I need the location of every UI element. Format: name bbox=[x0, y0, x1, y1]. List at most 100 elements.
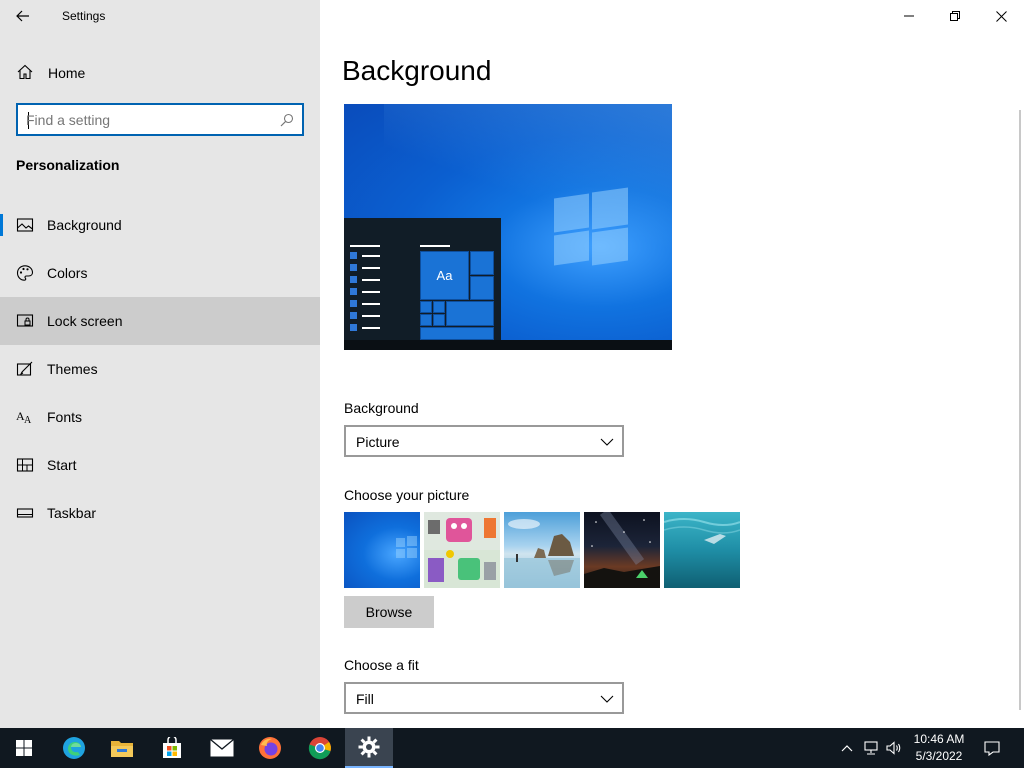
chevron-down-icon bbox=[600, 438, 614, 446]
taskbar-icon bbox=[16, 508, 34, 518]
choose-fit-label: Choose a fit bbox=[344, 657, 419, 673]
tile bbox=[470, 276, 494, 300]
taskbar-edge[interactable] bbox=[50, 728, 98, 768]
menu-line bbox=[362, 315, 380, 317]
title-bar: Settings bbox=[0, 0, 320, 32]
underwater-swimmer-wallpaper[interactable] bbox=[664, 512, 740, 588]
start-tiles-icon bbox=[16, 458, 34, 472]
store-icon bbox=[163, 737, 181, 758]
sidebar: Settings Home Personalization Background… bbox=[0, 0, 320, 728]
sidebar-item-label: Colors bbox=[47, 265, 88, 281]
tile bbox=[420, 301, 432, 313]
sidebar-item-label: Start bbox=[47, 457, 77, 473]
file-explorer-icon bbox=[111, 741, 133, 757]
volume-button[interactable] bbox=[884, 728, 904, 768]
fit-dropdown-value: Fill bbox=[356, 691, 374, 707]
taskbar: 10:46 AM 5/3/2022 bbox=[0, 728, 1024, 768]
volume-icon bbox=[886, 741, 901, 755]
home-icon bbox=[17, 64, 33, 80]
background-dropdown[interactable]: Picture bbox=[344, 425, 624, 457]
search-input[interactable] bbox=[26, 110, 276, 130]
tile bbox=[420, 314, 432, 326]
show-hidden-icons-button[interactable] bbox=[838, 728, 856, 768]
restore-icon bbox=[950, 11, 960, 21]
preview-taskbar bbox=[344, 340, 672, 350]
mail-icon bbox=[210, 739, 234, 757]
clock-date: 5/3/2022 bbox=[915, 749, 963, 763]
app-square bbox=[350, 312, 357, 319]
network-button[interactable] bbox=[860, 728, 882, 768]
beach-rocks-scene bbox=[504, 519, 580, 588]
sidebar-item-themes[interactable]: Themes bbox=[0, 345, 320, 393]
app-square bbox=[350, 288, 357, 295]
close-icon bbox=[995, 10, 1007, 22]
menu-line bbox=[362, 267, 380, 269]
minimize-button[interactable] bbox=[886, 0, 932, 32]
tile bbox=[420, 327, 494, 340]
choose-picture-label: Choose your picture bbox=[344, 487, 470, 503]
app-square bbox=[350, 264, 357, 271]
background-dropdown-value: Picture bbox=[356, 434, 400, 450]
edge-icon bbox=[63, 737, 85, 759]
start-button[interactable] bbox=[0, 728, 48, 768]
tile bbox=[470, 251, 494, 275]
sidebar-item-lock-screen[interactable]: Lock screen bbox=[0, 297, 320, 345]
app-square bbox=[350, 276, 357, 283]
menu-line bbox=[350, 245, 380, 247]
cartoon-art bbox=[424, 512, 500, 588]
lock-screen-icon bbox=[16, 314, 34, 327]
windows-logo-icon bbox=[396, 536, 417, 558]
search-icon[interactable] bbox=[280, 113, 294, 127]
browse-button[interactable]: Browse bbox=[344, 596, 434, 628]
home-label: Home bbox=[48, 65, 86, 81]
taskbar-mail[interactable] bbox=[198, 728, 246, 768]
minimize-icon bbox=[904, 15, 914, 17]
taskbar-settings[interactable] bbox=[345, 728, 393, 768]
search-box[interactable] bbox=[16, 103, 304, 136]
menu-line bbox=[362, 291, 380, 293]
taskbar-file-explorer[interactable] bbox=[98, 728, 146, 768]
sidebar-item-fonts[interactable]: A A Fonts bbox=[0, 393, 320, 441]
brush-icon bbox=[16, 361, 33, 376]
sidebar-item-start[interactable]: Start bbox=[0, 441, 320, 489]
palette-icon bbox=[16, 265, 34, 281]
taskbar-firefox[interactable] bbox=[246, 728, 294, 768]
settings-icon bbox=[358, 736, 380, 758]
sidebar-item-home[interactable]: Home bbox=[0, 49, 320, 97]
clock[interactable]: 10:46 AM 5/3/2022 bbox=[904, 731, 974, 765]
firefox-icon bbox=[259, 737, 281, 759]
sidebar-item-colors[interactable]: Colors bbox=[0, 249, 320, 297]
background-label: Background bbox=[344, 400, 419, 416]
menu-line bbox=[420, 245, 450, 247]
beach-rocks-wallpaper[interactable] bbox=[504, 512, 580, 588]
chevron-up-icon bbox=[841, 745, 853, 752]
action-center-button[interactable] bbox=[978, 728, 1006, 768]
app-square bbox=[350, 300, 357, 307]
restore-button[interactable] bbox=[932, 0, 978, 32]
notification-icon bbox=[984, 740, 1000, 756]
tile bbox=[433, 301, 445, 313]
sidebar-item-taskbar[interactable]: Taskbar bbox=[0, 489, 320, 537]
taskbar-chrome[interactable] bbox=[296, 728, 344, 768]
desktop-preview: Aa bbox=[344, 104, 672, 350]
menu-line bbox=[362, 255, 380, 257]
menu-line bbox=[362, 303, 380, 305]
selection-indicator bbox=[0, 214, 3, 236]
chrome-icon bbox=[308, 737, 331, 760]
font-icon: A A bbox=[16, 409, 32, 426]
start-menu-preview: Aa bbox=[344, 218, 501, 340]
sidebar-item-background[interactable]: Background bbox=[0, 201, 320, 249]
sidebar-item-label: Lock screen bbox=[47, 313, 123, 329]
close-button[interactable] bbox=[978, 0, 1024, 32]
back-button[interactable] bbox=[0, 0, 46, 32]
scrollbar[interactable] bbox=[1019, 110, 1021, 710]
cartoon-characters-wallpaper[interactable] bbox=[424, 512, 500, 588]
windows-blue-wallpaper[interactable] bbox=[344, 512, 420, 588]
app-title: Settings bbox=[62, 9, 106, 23]
fit-dropdown[interactable]: Fill bbox=[344, 682, 624, 714]
sidebar-item-label: Taskbar bbox=[47, 505, 97, 521]
night-sky-tent-wallpaper[interactable] bbox=[584, 512, 660, 588]
menu-line bbox=[362, 279, 380, 281]
section-title: Personalization bbox=[16, 157, 120, 173]
taskbar-store[interactable] bbox=[148, 728, 196, 768]
